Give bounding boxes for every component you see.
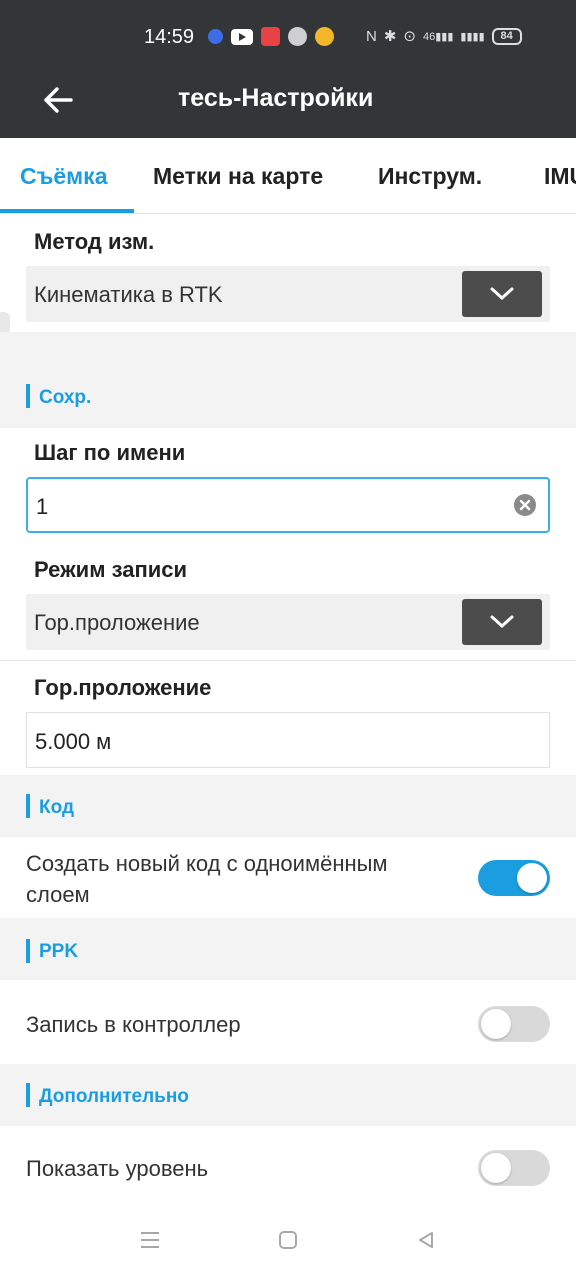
recent-apps-button[interactable]	[132, 1222, 168, 1258]
distance-value: 5.000 м	[35, 729, 112, 754]
section-marker	[26, 939, 30, 963]
square-icon	[279, 1231, 297, 1249]
create-code-label: Создать новый код с одноимённым слоем	[26, 848, 388, 910]
code-section-title: Код	[39, 797, 75, 818]
chevron-down-icon	[490, 615, 514, 629]
app-header: 14:59 N ✱ ⊙ 46▮▮▮ ▮▮▮▮ 84 тесь-Настройки	[0, 0, 576, 138]
arrow-left-icon	[44, 87, 73, 113]
record-controller-toggle[interactable]	[478, 1006, 550, 1042]
menu-icon	[141, 1232, 159, 1248]
triangle-back-icon	[419, 1232, 433, 1248]
method-label: Метод изм.	[34, 229, 155, 254]
divider	[0, 660, 576, 661]
record-mode-select[interactable]: Гор.проложение	[26, 594, 550, 650]
nfc-icon: N	[366, 27, 377, 45]
clear-input-button[interactable]	[514, 494, 536, 516]
system-nav-bar	[0, 1200, 576, 1280]
notification-icons	[208, 27, 334, 46]
app-red-icon	[261, 27, 280, 46]
active-tab-indicator	[0, 209, 134, 213]
record-mode-dropdown-button[interactable]	[462, 599, 542, 645]
section-marker	[26, 1083, 30, 1107]
name-step-input[interactable]: 1	[26, 477, 550, 533]
method-value: Кинематика в RTK	[34, 282, 223, 307]
signal-2-icon: ▮▮▮▮	[460, 30, 485, 43]
page-title: тесь-Настройки	[178, 84, 374, 112]
tab-map-marks[interactable]: Метки на карте	[153, 163, 323, 190]
bluetooth-icon: ✱	[383, 28, 397, 45]
network-type: 46	[423, 30, 436, 43]
extra-section-header: Дополнительно	[0, 1064, 576, 1126]
tab-imu[interactable]: IMU	[544, 163, 576, 190]
show-level-label: Показать уровень	[26, 1156, 209, 1181]
record-mode-label: Режим записи	[34, 557, 188, 582]
toggle-knob	[481, 1009, 511, 1039]
tab-survey[interactable]: Съёмка	[20, 163, 108, 190]
tab-bar: Съёмка Метки на карте Инструм. IMU	[0, 138, 576, 214]
create-code-toggle[interactable]	[478, 860, 550, 896]
section-marker	[26, 384, 30, 408]
ppk-section-header: PPK	[0, 918, 576, 980]
close-icon	[519, 499, 531, 511]
app-notification-icon	[208, 29, 223, 44]
signal-icon: 46▮▮▮	[423, 30, 454, 43]
method-select[interactable]: Кинематика в RTK	[26, 266, 550, 322]
name-step-label: Шаг по имени	[34, 440, 186, 465]
status-bar: 14:59 N ✱ ⊙ 46▮▮▮ ▮▮▮▮ 84	[0, 0, 576, 72]
toggle-knob	[517, 863, 547, 893]
database-icon	[288, 27, 307, 46]
battery-icon: 84	[491, 27, 522, 45]
save-section-header: Сохр.	[0, 332, 576, 428]
create-code-line-2: слоем	[26, 882, 90, 907]
status-time: 14:59	[144, 26, 195, 48]
youtube-icon	[231, 28, 253, 45]
location-icon: ⊙	[403, 28, 416, 45]
tab-tools[interactable]: Инструм.	[378, 163, 482, 190]
extra-section-title: Дополнительно	[39, 1086, 189, 1107]
toggle-knob	[481, 1153, 511, 1183]
distance-input[interactable]: 5.000 м	[26, 712, 550, 768]
record-mode-value: Гор.проложение	[34, 610, 200, 635]
method-dropdown-button[interactable]	[462, 271, 542, 317]
name-step-value: 1	[36, 494, 49, 519]
record-controller-label: Запись в контроллер	[26, 1012, 241, 1037]
system-indicators: N ✱ ⊙ 46▮▮▮ ▮▮▮▮ 84	[366, 27, 522, 45]
back-button[interactable]	[38, 80, 78, 120]
code-section-header: Код	[0, 775, 576, 837]
section-marker	[26, 794, 30, 818]
chevron-down-icon	[490, 287, 514, 301]
show-level-toggle[interactable]	[478, 1150, 550, 1186]
back-nav-button[interactable]	[408, 1222, 444, 1258]
save-section-title: Сохр.	[39, 387, 92, 408]
ppk-section-title: PPK	[39, 941, 79, 962]
create-code-line-1: Создать новый код с одноимённым	[26, 851, 388, 876]
distance-label: Гор.проложение	[34, 675, 212, 700]
app-yellow-icon	[315, 27, 334, 46]
home-button[interactable]	[270, 1222, 306, 1258]
